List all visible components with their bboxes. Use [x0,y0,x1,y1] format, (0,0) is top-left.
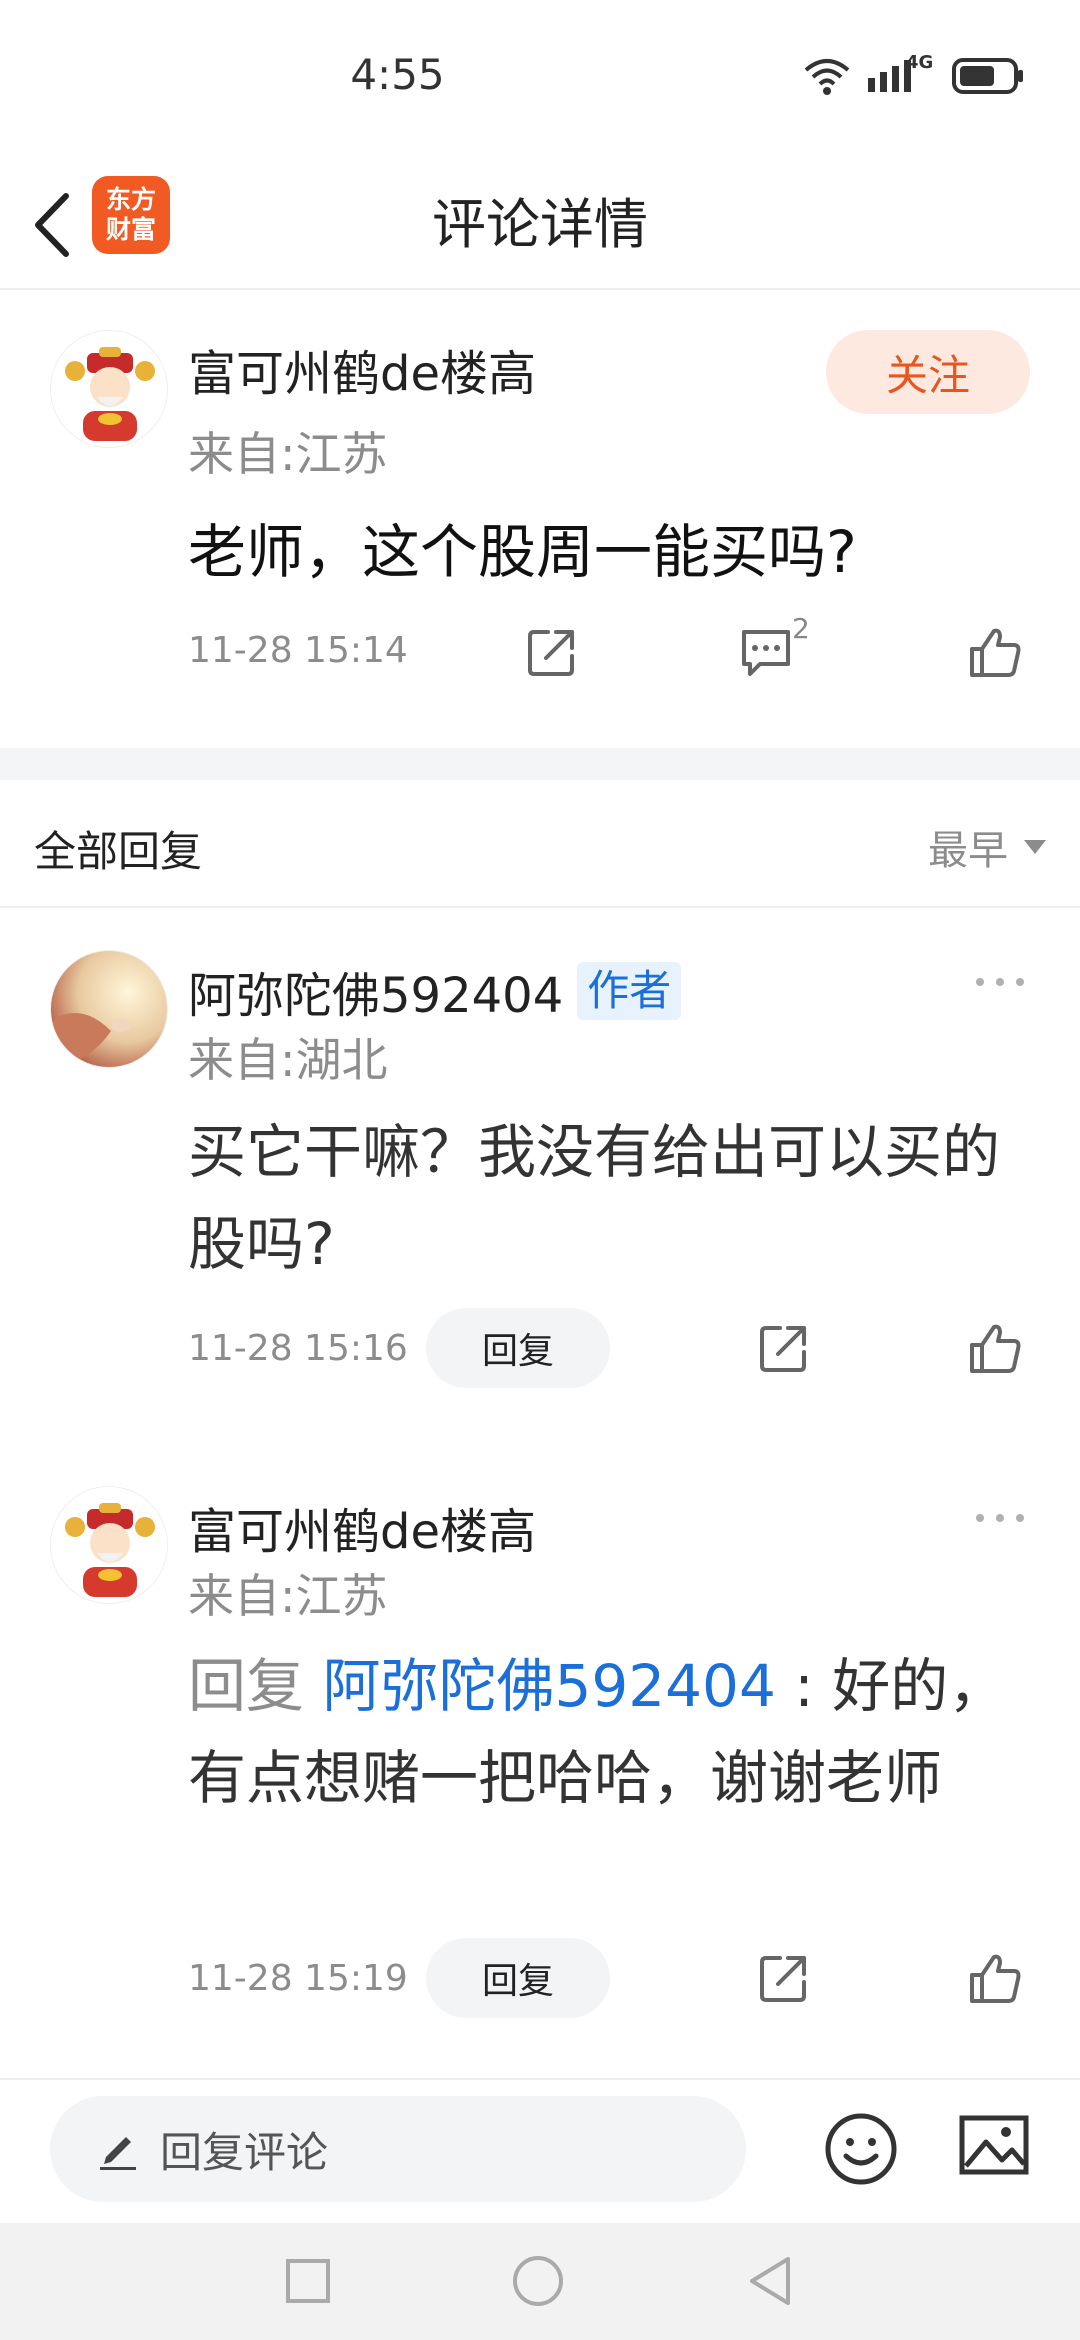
more-options-button[interactable] [970,962,1030,1002]
avatar-fortune-god-image [51,1487,167,1603]
username-text: 阿弥陀佛592404 [188,968,564,1024]
image-icon [959,2115,1029,2175]
home-button[interactable] [508,2251,568,2311]
location: 来自:江苏 [188,1569,388,1623]
reply-button[interactable]: 回复 [426,1308,610,1388]
like-button[interactable] [963,620,1027,684]
system-nav-bar [0,2223,1080,2340]
username[interactable]: 富可州鹤de楼高 [188,1492,536,1562]
main-comment: 富可州鹤de楼高 来自:江苏 关注 老师，这个股周一能买吗? 11-28 15:… [0,0,1080,748]
comment-text: 回复 阿弥陀佛592404 : 好的，有点想赌一把哈哈，谢谢老师 [188,1640,1008,1824]
system-back-button[interactable] [740,2251,800,2311]
share-button[interactable] [752,1316,816,1380]
reply-prefix: 回复 [188,1652,323,1720]
thumbs-up-icon [970,1324,1021,1373]
comment-count-button[interactable]: 2 [734,612,810,684]
share-icon [760,1326,806,1372]
more-dots-icon [976,1514,1024,1522]
reply-target-link[interactable]: 阿弥陀佛592404 [322,1652,775,1720]
thumbs-up-icon [970,628,1021,677]
author-badge: 作者 [577,962,682,1020]
reply-input-placeholder: 回复评论 [160,2127,329,2177]
more-options-button[interactable] [970,1498,1030,1538]
avatar[interactable] [50,330,168,448]
replies-title: 全部回复 [34,827,203,876]
comment-text: 买它干嘛？我没有给出可以买的股吗? [188,1118,1001,1278]
username[interactable]: 富可州鹤de楼高 [188,334,536,404]
avatar[interactable] [50,950,168,1068]
sort-dropdown[interactable]: 最早 [928,818,1046,876]
more-dots-icon [976,978,1024,986]
caret-down-icon [1024,840,1046,854]
pencil-icon [100,2137,136,2170]
replies-header: 全部回复 最早 [0,780,1080,908]
like-button[interactable] [963,1316,1027,1380]
follow-button[interactable]: 关注 [826,330,1030,414]
recent-apps-button[interactable] [278,2251,338,2311]
avatar-photo-image [51,951,167,1067]
share-button[interactable] [752,1946,816,2010]
section-divider [0,748,1080,780]
share-icon [528,630,574,676]
square-icon [286,2259,330,2303]
location: 来自:湖北 [188,1033,388,1087]
bottom-bar: 回复评论 [0,2078,1080,2223]
timestamp: 11-28 15:16 [188,1328,408,1369]
reply-button[interactable]: 回复 [426,1938,610,2018]
share-icon [760,1956,806,2002]
image-button[interactable] [958,2110,1030,2182]
comment-text: 老师，这个股周一能买吗? [188,518,857,586]
triangle-back-icon [750,2257,790,2305]
share-button[interactable] [520,620,584,684]
circle-icon [513,2256,563,2306]
timestamp: 11-28 15:19 [188,1958,408,1999]
sort-label: 最早 [928,828,1008,874]
smiley-icon [825,2113,897,2185]
comment-count: 2 [792,612,810,645]
avatar[interactable] [50,1486,168,1604]
thumbs-up-icon [970,1954,1021,2003]
username[interactable]: 阿弥陀佛592404 作者 [188,956,682,1026]
comment-icon [742,630,790,676]
emoji-button[interactable] [822,2110,900,2188]
reply-input[interactable]: 回复评论 [50,2096,746,2202]
timestamp: 11-28 15:14 [188,630,408,671]
location: 来自:江苏 [188,427,388,481]
avatar-fortune-god-image [51,331,167,447]
like-button[interactable] [963,1946,1027,2010]
